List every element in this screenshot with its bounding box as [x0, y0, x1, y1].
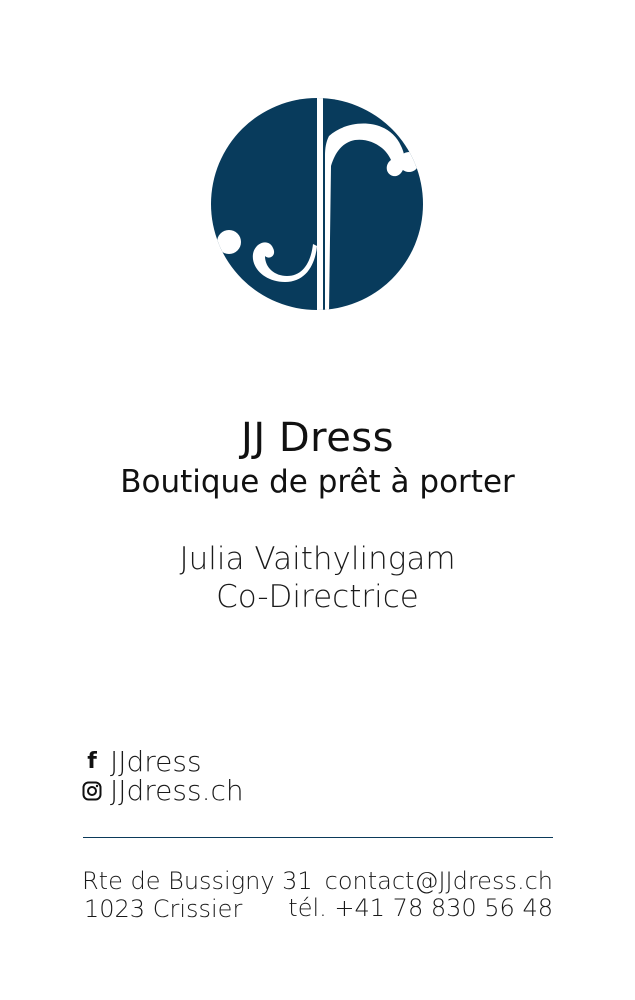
brand-tagline: Boutique de prêt à porter: [120, 464, 515, 500]
facebook-handle: JJdress: [110, 745, 202, 778]
facebook-icon: f: [87, 749, 97, 774]
instagram-icon: [80, 781, 104, 801]
instagram-link[interactable]: JJdress.ch: [80, 776, 244, 806]
address-city: 1023 Crissier: [84, 895, 243, 923]
person-name: Julia Vaithylingam: [179, 541, 456, 577]
contact-email[interactable]: contact@JJdress.ch: [325, 867, 553, 895]
facebook-link[interactable]: f JJdress: [80, 745, 202, 778]
instagram-handle: JJdress.ch: [110, 774, 244, 807]
brand-name: JJ Dress: [241, 415, 394, 461]
divider: [83, 837, 553, 838]
jj-monogram-logo: [211, 98, 423, 310]
business-card: JJ Dress Boutique de prêt à porter Julia…: [0, 0, 635, 1000]
person-role: Co-Directrice: [216, 579, 419, 615]
address-street: Rte de Bussigny 31: [82, 867, 313, 895]
contact-phone[interactable]: tél. +41 78 830 56 48: [288, 894, 553, 922]
